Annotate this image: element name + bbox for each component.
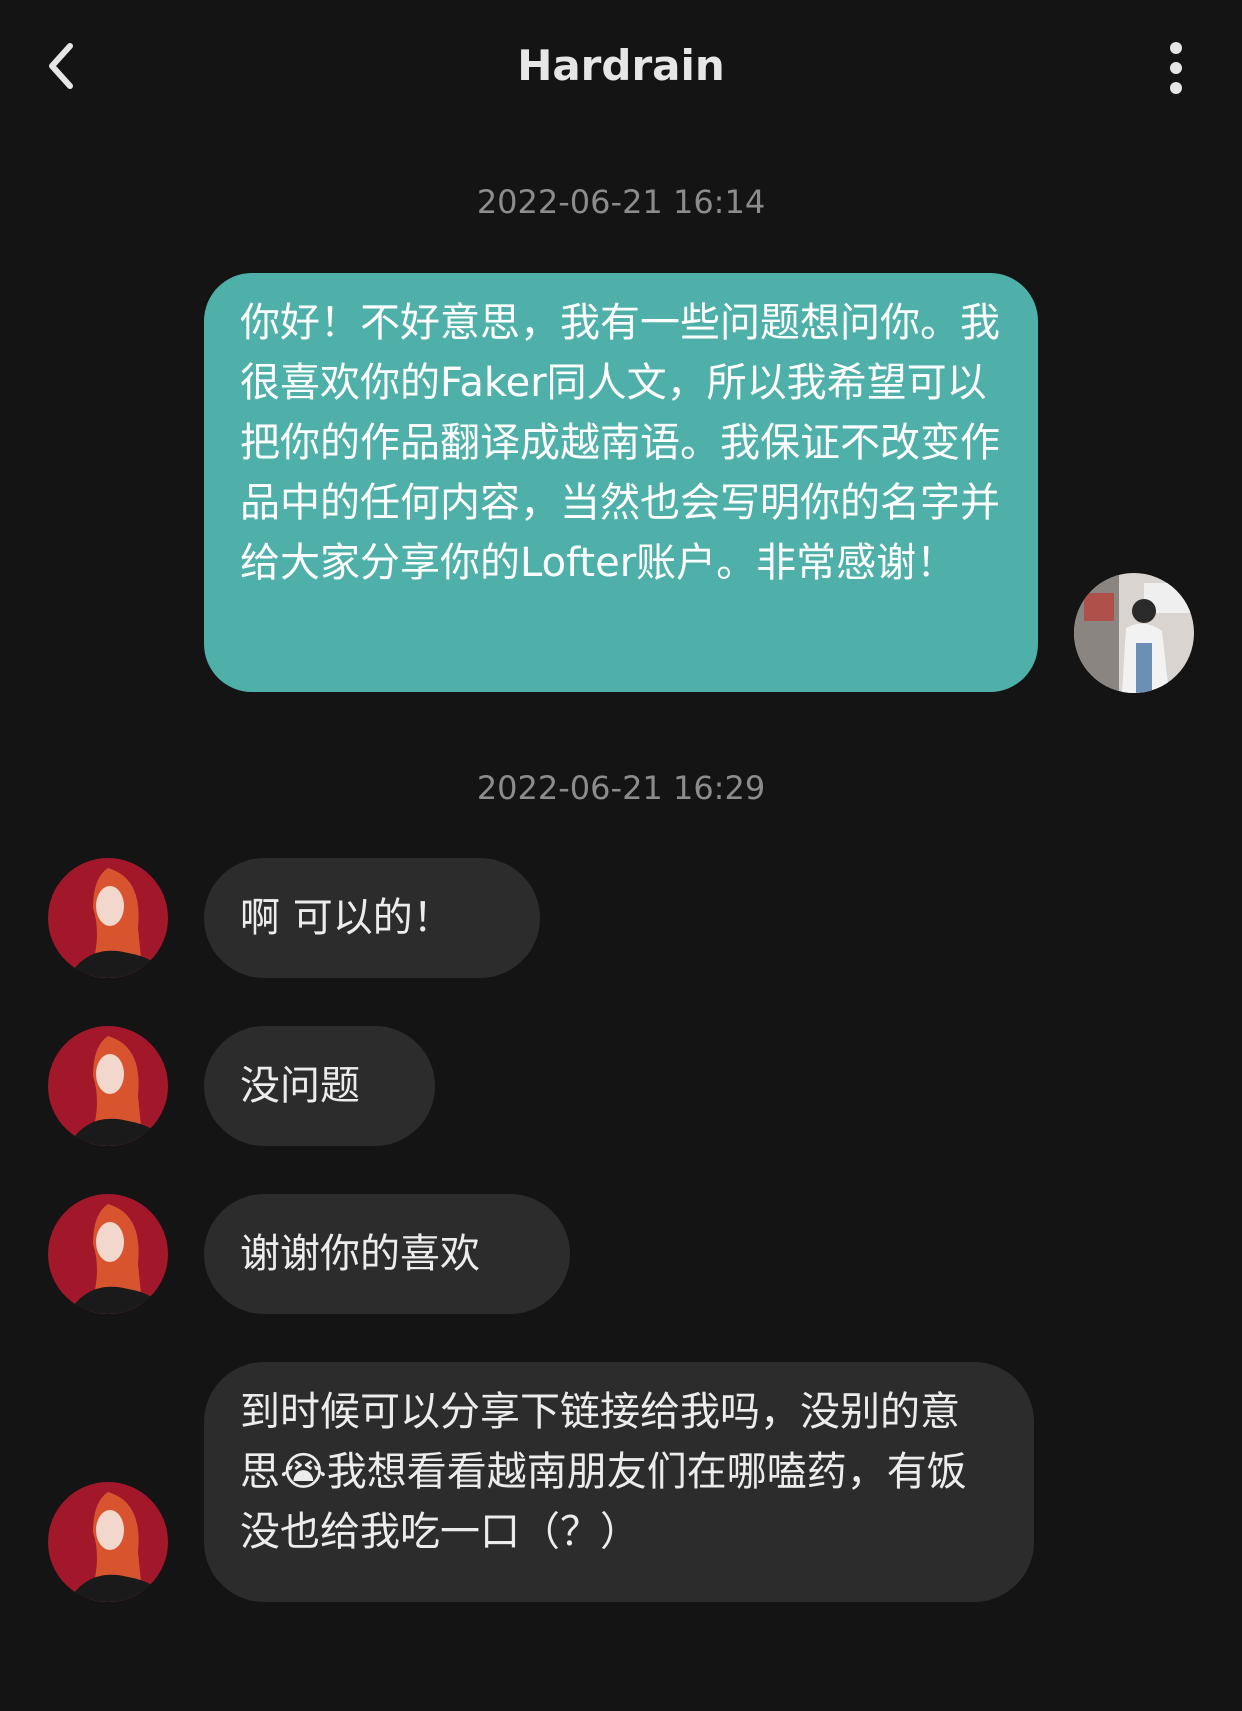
message-timestamp: 2022-06-21 16:29 bbox=[476, 769, 766, 807]
contact-avatar[interactable] bbox=[48, 1026, 168, 1146]
contact-avatar[interactable] bbox=[48, 858, 168, 978]
incoming-message-bubble[interactable]: 没问题 bbox=[204, 1026, 435, 1146]
message-timestamp: 2022-06-21 16:14 bbox=[476, 183, 766, 221]
incoming-message-bubble[interactable]: 到时候可以分享下链接给我吗，没别的意思😭我想看看越南朋友们在哪嗑药，有饭没也给我… bbox=[204, 1362, 1034, 1602]
contact-avatar[interactable] bbox=[48, 1482, 168, 1602]
more-vertical-icon bbox=[1170, 42, 1182, 94]
self-avatar[interactable] bbox=[1074, 573, 1194, 693]
contact-avatar[interactable] bbox=[48, 1194, 168, 1314]
more-options-button[interactable] bbox=[1150, 36, 1202, 100]
outgoing-message-bubble[interactable]: 你好！不好意思，我有一些问题想问你。我很喜欢你的Faker同人文，所以我希望可以… bbox=[204, 273, 1038, 692]
incoming-message-bubble[interactable]: 啊 可以的！ bbox=[204, 858, 540, 978]
incoming-message-bubble[interactable]: 谢谢你的喜欢 bbox=[204, 1194, 570, 1314]
chat-header: Hardrain bbox=[0, 0, 1242, 132]
chat-title: Hardrain bbox=[517, 41, 725, 90]
